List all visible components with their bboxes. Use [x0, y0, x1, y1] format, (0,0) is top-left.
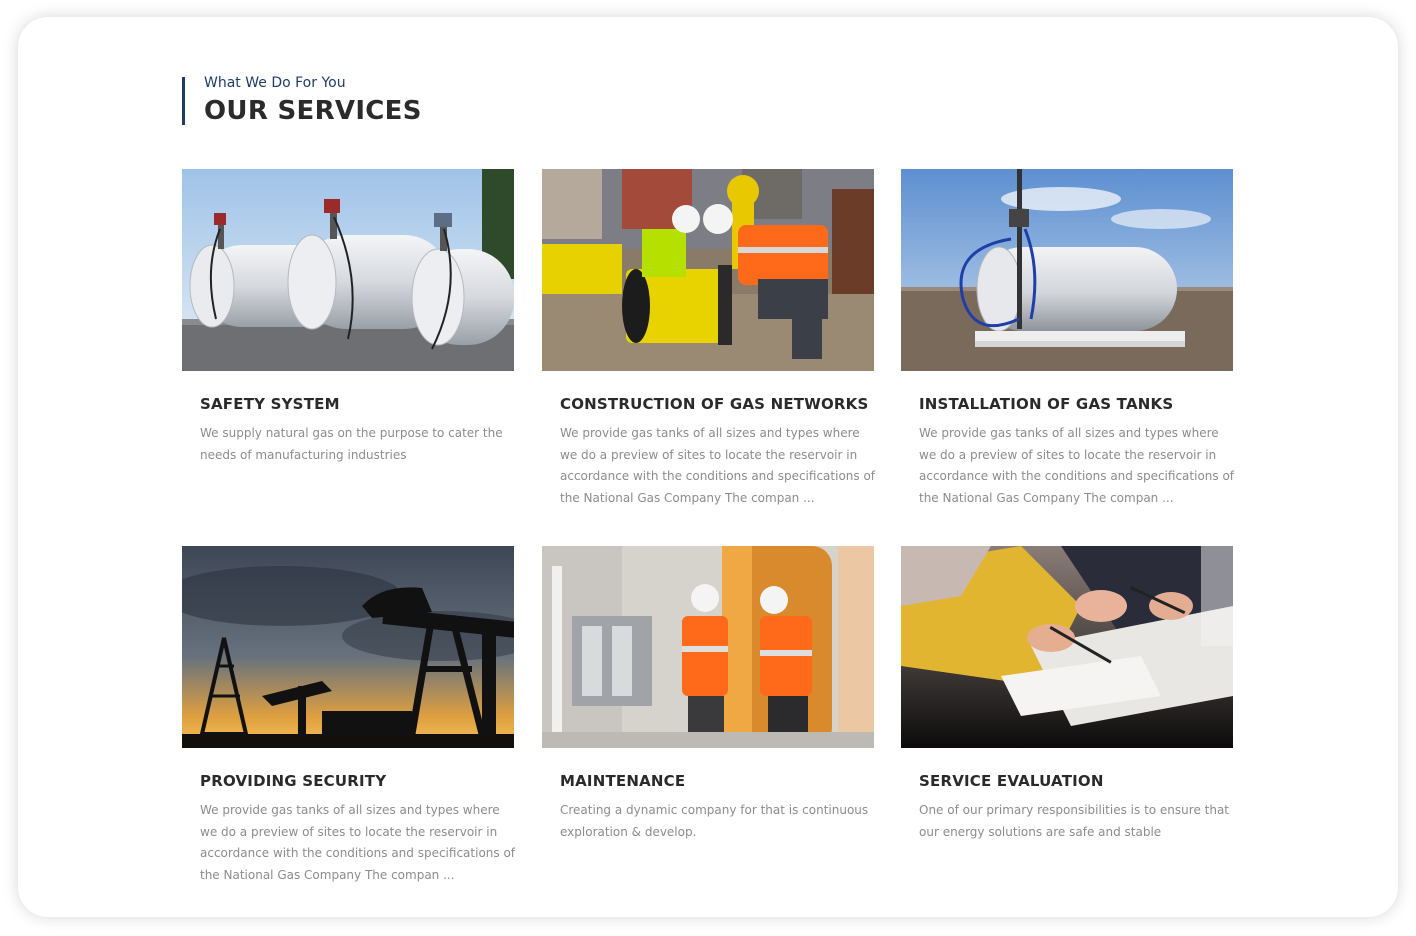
service-card-construction-gas-networks[interactable]: CONSTRUCTION OF GAS NETWORKS We provide …: [542, 169, 875, 505]
service-title[interactable]: SERVICE EVALUATION: [919, 772, 1104, 790]
service-description: We provide gas tanks of all sizes and ty…: [919, 426, 1235, 505]
service-title[interactable]: SAFETY SYSTEM: [200, 395, 340, 413]
service-image-gas-tank[interactable]: [901, 169, 1233, 371]
service-title[interactable]: CONSTRUCTION OF GAS NETWORKS: [560, 395, 869, 413]
service-title[interactable]: INSTALLATION OF GAS TANKS: [919, 395, 1173, 413]
service-image-fuel-tanks[interactable]: [182, 169, 514, 371]
service-card-providing-security[interactable]: PROVIDING SECURITY We provide gas tanks …: [182, 546, 515, 882]
service-card-safety-system[interactable]: SAFETY SYSTEM We supply natural gas on t…: [182, 169, 514, 462]
section-heading: What We Do For You OUR SERVICES: [182, 75, 422, 126]
service-title[interactable]: PROVIDING SECURITY: [200, 772, 386, 790]
service-description: One of our primary responsibilities is t…: [919, 803, 1230, 839]
service-description: We provide gas tanks of all sizes and ty…: [560, 426, 876, 505]
service-card-service-evaluation[interactable]: SERVICE EVALUATION One of our primary re…: [901, 546, 1233, 839]
service-card-installation-gas-tanks[interactable]: INSTALLATION OF GAS TANKS We provide gas…: [901, 169, 1234, 505]
service-image-meeting[interactable]: [901, 546, 1233, 748]
service-image-engineers[interactable]: [542, 546, 874, 748]
section-title: OUR SERVICES: [204, 96, 422, 126]
service-image-pumpjack[interactable]: [182, 546, 514, 748]
content-frame: What We Do For You OUR SERVICES SAFETY S…: [18, 17, 1398, 917]
service-description: We supply natural gas on the purpose to …: [200, 426, 503, 462]
section-eyebrow: What We Do For You: [204, 75, 346, 91]
service-title[interactable]: MAINTENANCE: [560, 772, 685, 790]
service-description: Creating a dynamic company for that is c…: [560, 803, 869, 839]
service-image-pipe-workers[interactable]: [542, 169, 874, 371]
service-description: We provide gas tanks of all sizes and ty…: [200, 803, 516, 882]
service-card-maintenance[interactable]: MAINTENANCE Creating a dynamic company f…: [542, 546, 874, 839]
